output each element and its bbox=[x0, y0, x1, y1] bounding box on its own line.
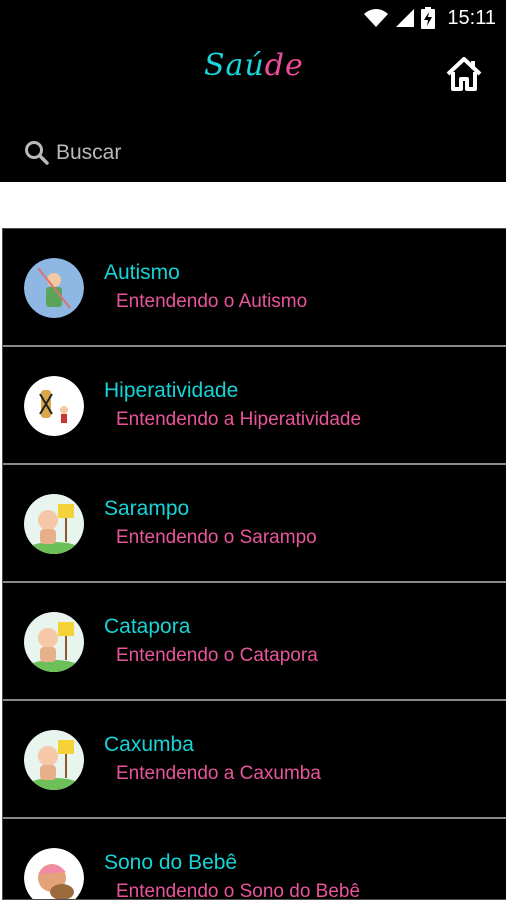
list-item-subtitle: Entendendo o Catapora bbox=[116, 645, 318, 666]
list-item-subtitle: Entendendo a Caxumba bbox=[116, 763, 321, 784]
baby-sign-avatar-icon bbox=[24, 494, 84, 554]
search-bar[interactable]: Buscar bbox=[24, 140, 121, 166]
app-bar: Saúde Buscar bbox=[0, 36, 506, 182]
list-item-title: Catapora bbox=[104, 615, 191, 638]
list-item-autismo[interactable]: Autismo Entendendo o Autismo bbox=[3, 229, 506, 347]
list-item-hiperatividade[interactable]: Hiperatividade Entendendo a Hiperativida… bbox=[3, 347, 506, 465]
logo-part2: de bbox=[264, 48, 304, 83]
hyperactivity-avatar-icon bbox=[24, 376, 84, 436]
wifi-icon bbox=[363, 8, 389, 28]
list-item-subtitle: Entendendo a Hiperatividade bbox=[116, 409, 362, 430]
list-item-subtitle: Entendendo o Sono do Bebê bbox=[116, 881, 361, 900]
list-item-title: Sarampo bbox=[104, 497, 190, 520]
home-icon bbox=[446, 57, 482, 91]
baby-sign-avatar-icon bbox=[24, 730, 84, 790]
list-item-sono-do-bebe[interactable]: Sono do Bebê Entendendo o Sono do Bebê bbox=[3, 819, 506, 900]
list-item-sarampo[interactable]: Sarampo Entendendo o Sarampo bbox=[3, 465, 506, 583]
list-item-subtitle: Entendendo o Autismo bbox=[116, 291, 308, 312]
search-icon bbox=[25, 141, 49, 165]
home-button[interactable] bbox=[444, 54, 484, 94]
baby-sign-avatar-icon bbox=[24, 612, 84, 672]
sleeping-baby-avatar-icon bbox=[24, 848, 84, 899]
list-item-caxumba[interactable]: Caxumba Entendendo a Caxumba bbox=[3, 701, 506, 819]
list-item-title: Hiperatividade bbox=[104, 379, 239, 402]
list-item-title: Sono do Bebê bbox=[104, 851, 238, 874]
autism-avatar-icon bbox=[24, 258, 84, 318]
list-item-title: Caxumba bbox=[104, 733, 194, 756]
status-bar: 15:11 bbox=[0, 0, 506, 36]
status-time: 15:11 bbox=[447, 6, 496, 29]
logo-part1: Saú bbox=[204, 48, 265, 83]
search-input[interactable]: Buscar bbox=[56, 141, 121, 165]
signal-icon bbox=[395, 8, 415, 28]
list-item-title: Autismo bbox=[104, 261, 180, 284]
topic-list: Autismo Entendendo o Autismo Hiperativid… bbox=[2, 228, 506, 900]
list-item-catapora[interactable]: Catapora Entendendo o Catapora bbox=[3, 583, 506, 701]
battery-charging-icon bbox=[421, 7, 436, 29]
list-item-subtitle: Entendendo o Sarampo bbox=[116, 527, 317, 548]
app-logo: Saúde bbox=[204, 48, 304, 83]
